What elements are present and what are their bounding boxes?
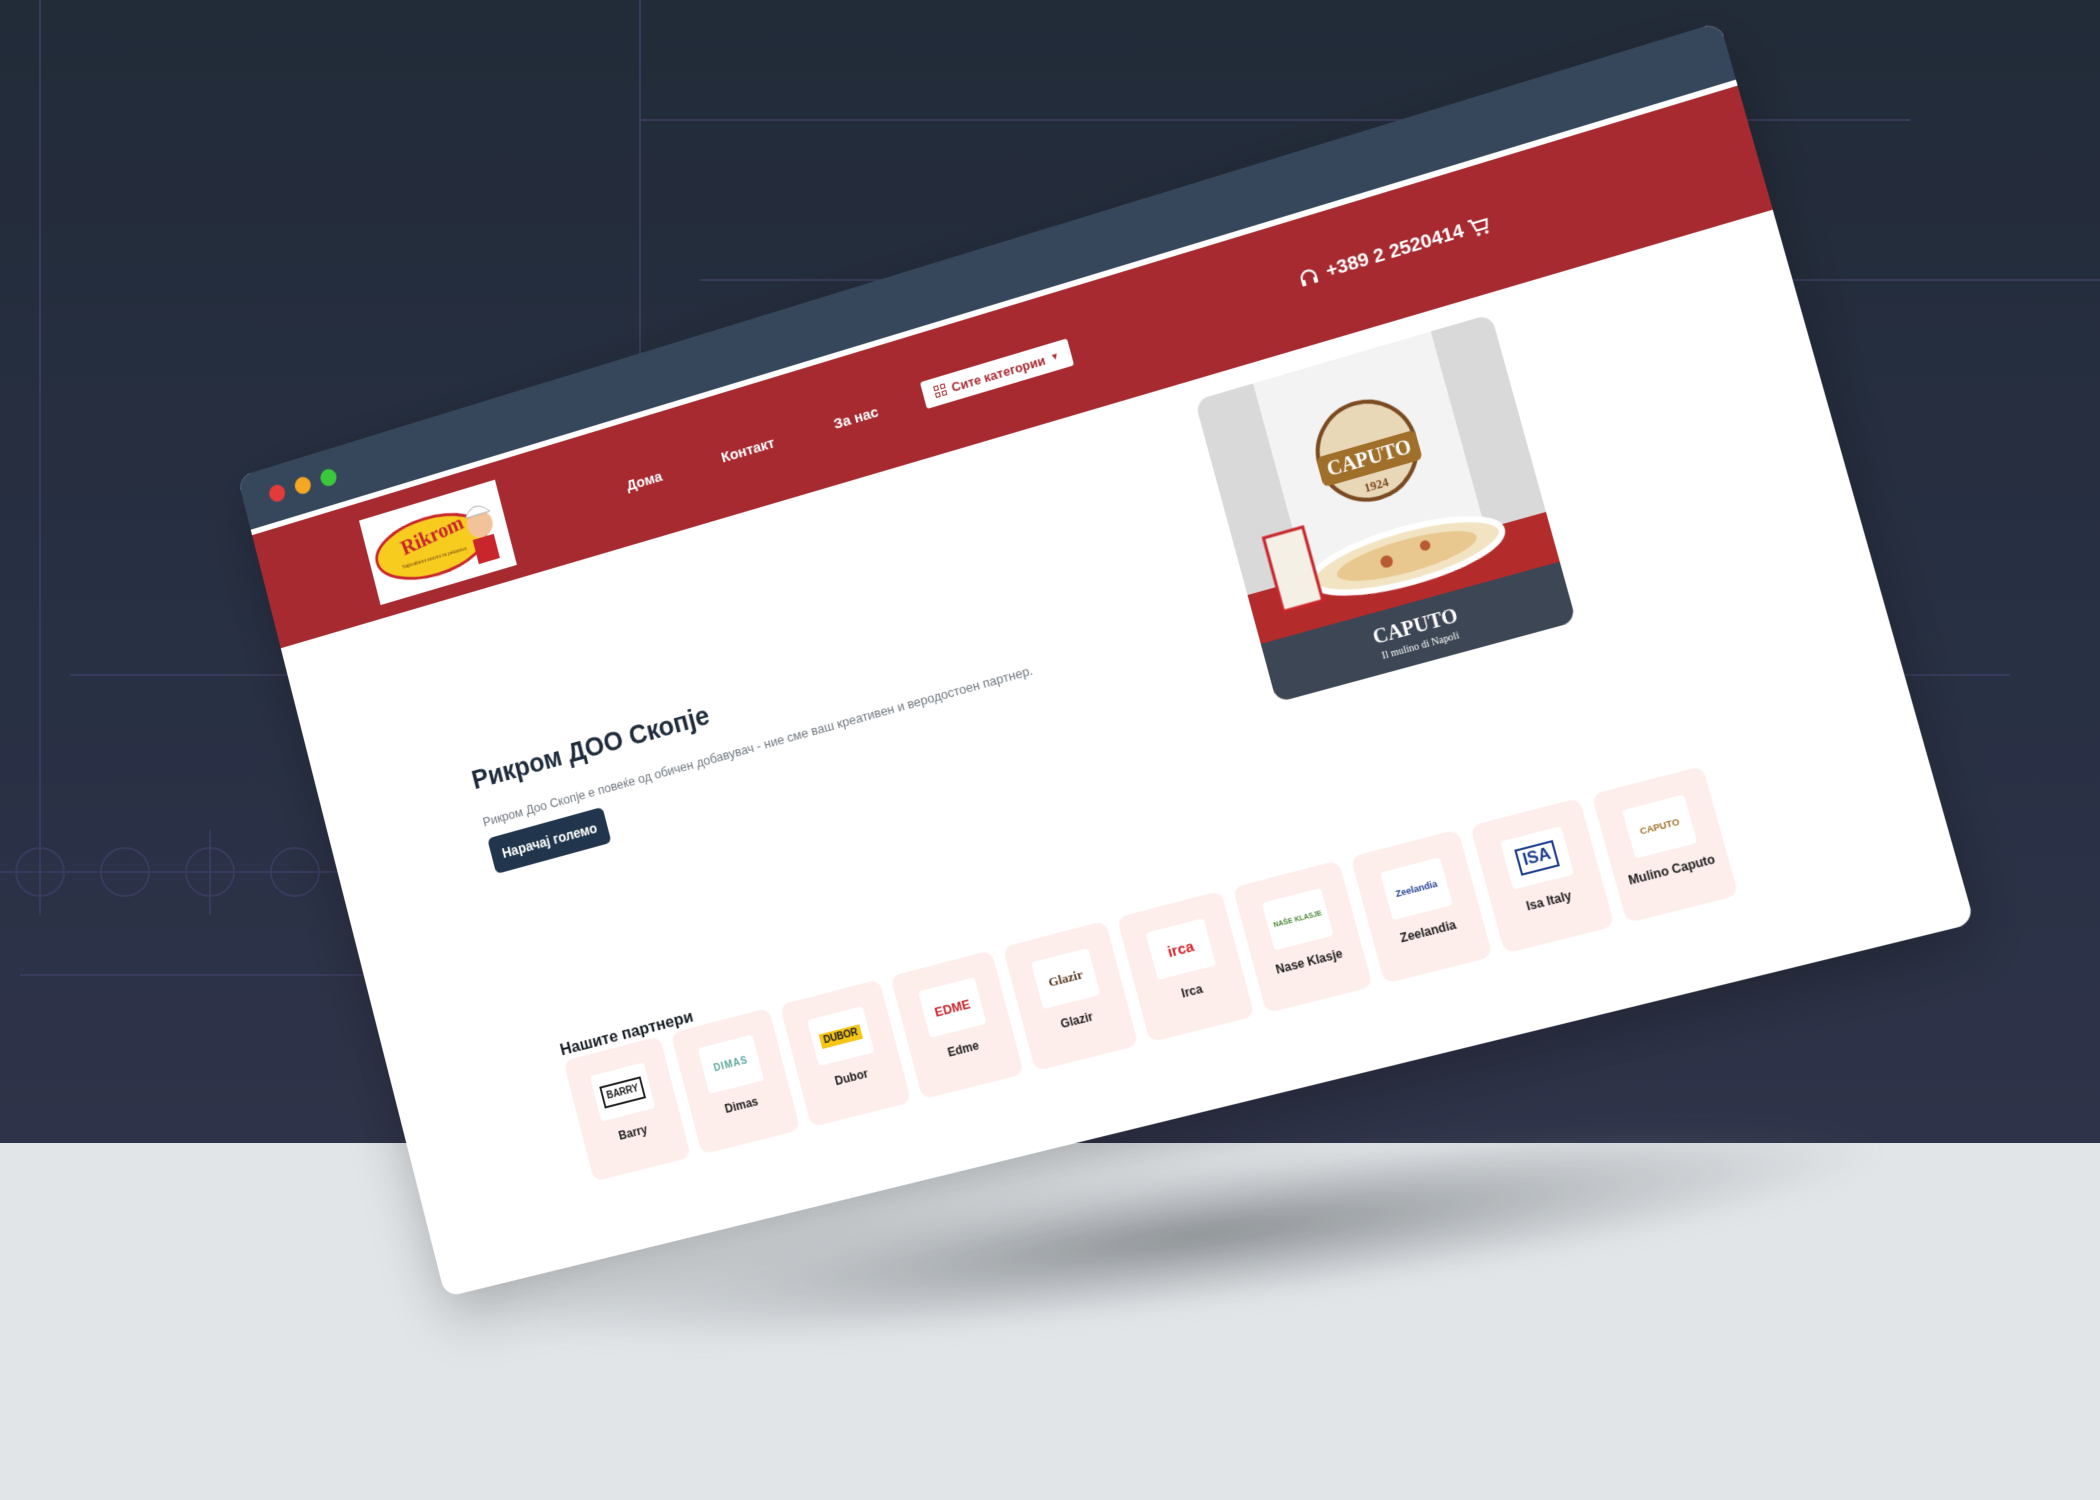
partner-card-dimas[interactable]: DIMAS Dimas <box>671 1008 801 1155</box>
partner-logo-edme: EDME <box>918 977 986 1038</box>
cart-icon[interactable] <box>1465 213 1493 241</box>
maximize-window-dot[interactable] <box>319 467 339 488</box>
partner-logo-zeelandia: Zeelandia <box>1380 857 1453 920</box>
partner-logo-text: irca <box>1166 938 1196 961</box>
close-window-dot[interactable] <box>267 483 287 504</box>
rikrom-logo-graphic: Rikrom Najkvalitetni sirovini za pekarst… <box>359 480 517 605</box>
partner-card-glazir[interactable]: Glazir Glazir <box>1003 921 1139 1072</box>
minimize-window-dot[interactable] <box>293 475 313 496</box>
partner-logo-text: BARRY <box>600 1076 646 1108</box>
caputo-photo: CAPUTO 1924 CAPUTO Il mulino di Napoli <box>1195 314 1577 703</box>
phone-number: +389 2 2520414 <box>1324 221 1467 283</box>
rikrom-logo[interactable]: Rikrom Najkvalitetni sirovini za pekarst… <box>359 480 517 605</box>
partner-logo-irca: irca <box>1145 918 1216 980</box>
partner-logo-dimas: DIMAS <box>698 1034 764 1094</box>
nav-home[interactable]: Дома <box>625 468 664 494</box>
nav-contact[interactable]: Контакт <box>719 435 776 467</box>
nav-about[interactable]: За нас <box>832 404 880 433</box>
headset-icon <box>1296 265 1321 290</box>
partner-card-nase-klasje[interactable]: NAŠE KLASJE Nase Klasje <box>1233 860 1373 1013</box>
partner-card-edme[interactable]: EDME Edme <box>890 950 1024 1099</box>
partner-card-barry[interactable]: BARRY Barry <box>563 1036 691 1181</box>
partner-logo-text: ISA <box>1514 840 1560 876</box>
partner-card-dubor[interactable]: DUBOR Dubor <box>780 979 912 1127</box>
partner-card-isa-italy[interactable]: ISA Isa Italy <box>1470 798 1615 954</box>
partner-logo-caputo: CAPUTO <box>1622 794 1697 858</box>
all-categories-dropdown[interactable]: Сите категории ▼ <box>920 338 1074 409</box>
partner-logo-barry: BARRY <box>590 1062 655 1121</box>
partner-logo-text: EDME <box>933 996 972 1019</box>
partner-logo-isa: ISA <box>1500 826 1574 890</box>
all-categories-label: Сите категории <box>950 352 1047 394</box>
partner-card-mulino-caputo[interactable]: CAPUTO Mulino Caputo <box>1591 766 1738 923</box>
partner-logo-text: DUBOR <box>818 1024 863 1049</box>
partner-card-irca[interactable]: irca Irca <box>1117 891 1255 1043</box>
partner-logo-text: Glazir <box>1047 966 1085 990</box>
phone-contact[interactable]: +389 2 2520414 <box>1296 221 1467 292</box>
partner-logo-glazir: Glazir <box>1031 948 1101 1009</box>
partner-logo-text: NAŠE KLASJE <box>1273 910 1323 929</box>
caputo-hero-image: CAPUTO 1924 CAPUTO Il mulino di Napoli <box>1195 314 1577 703</box>
partner-logo-text: Zeelandia <box>1394 879 1438 900</box>
partner-logo-dubor: DUBOR <box>807 1006 874 1066</box>
partner-name: Dimas <box>694 1087 789 1124</box>
partner-name: Edme <box>915 1030 1013 1068</box>
partner-card-zeelandia[interactable]: Zeelandia Zeelandia <box>1350 829 1493 984</box>
partner-logo-text: DIMAS <box>713 1055 750 1074</box>
partner-logo-nase-klasje: NAŠE KLASJE <box>1262 888 1334 950</box>
grid-icon <box>933 383 947 398</box>
caret-down-icon: ▼ <box>1049 350 1060 362</box>
hero-title: Рикром ДОО Скопје <box>469 701 713 796</box>
partner-name: Dubor <box>804 1059 900 1097</box>
partner-logo-text: CAPUTO <box>1639 817 1681 837</box>
partner-name: Barry <box>587 1115 680 1152</box>
